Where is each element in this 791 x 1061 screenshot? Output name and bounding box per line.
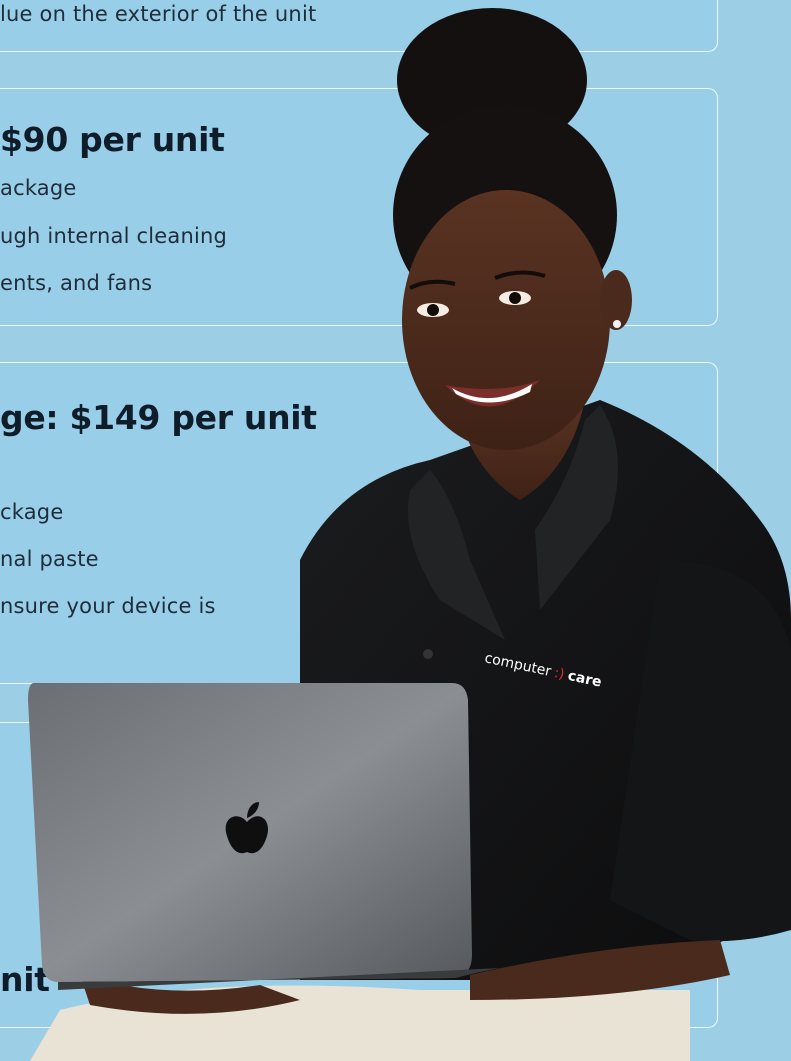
face xyxy=(402,190,610,450)
earring xyxy=(613,320,621,328)
laptop xyxy=(28,683,500,990)
shirt-button xyxy=(423,649,433,659)
technician-photo: computer :) care xyxy=(28,8,791,1061)
